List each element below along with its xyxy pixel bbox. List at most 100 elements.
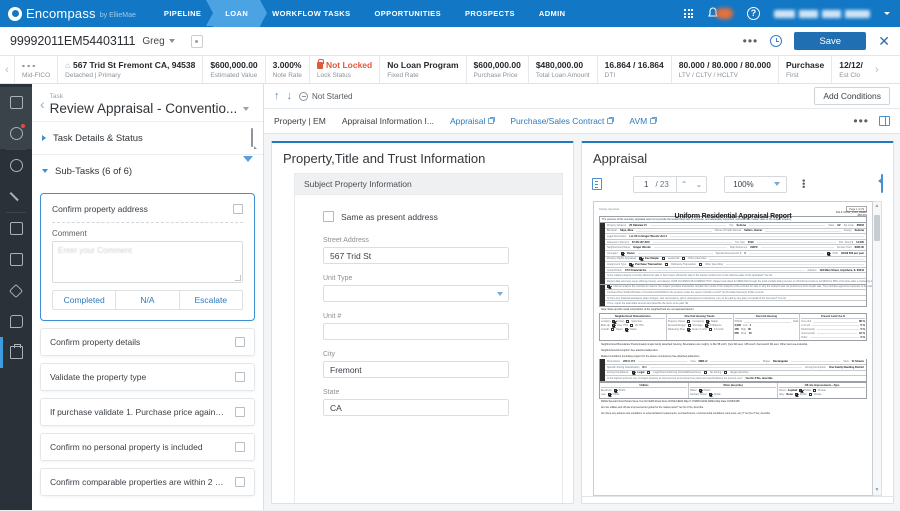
tab-appraisal[interactable]: Appraisal	[450, 116, 496, 126]
resize-handle-icon[interactable]	[235, 275, 241, 281]
tab-avm[interactable]: AVM	[629, 116, 658, 126]
sub-task-header[interactable]: Confirm no personal property is included	[41, 434, 254, 460]
completed-button[interactable]: Completed	[53, 291, 115, 309]
rail-item-services[interactable]	[0, 275, 32, 306]
more-vertical-icon[interactable]: •••	[799, 179, 809, 188]
add-conditions-button[interactable]: Add Conditions	[814, 87, 890, 105]
sub-task-checkbox[interactable]	[235, 372, 245, 382]
sub-task-checkbox[interactable]	[235, 407, 245, 417]
rail-item-documents[interactable]	[0, 244, 32, 275]
doc-value: One Family Dwelling District	[828, 365, 864, 369]
strip-scroll-right-icon[interactable]: ›	[870, 56, 884, 83]
scroll-down-icon[interactable]: ▼	[875, 488, 880, 493]
rail-item-alerts[interactable]	[0, 118, 32, 149]
sub-task-header[interactable]: If purchase validate 1. Purchase price a…	[41, 399, 254, 425]
scroll-up-icon[interactable]: ▲	[875, 204, 880, 209]
tab-appraisal-information[interactable]: Appraisal Information I...	[342, 116, 434, 126]
help-circle-icon[interactable]: ?	[747, 7, 760, 20]
task-title[interactable]: Review Appraisal - Conventio...	[50, 101, 253, 116]
sub-task-checkbox[interactable]	[235, 477, 245, 487]
sub-task-item[interactable]: Validate the property type	[40, 363, 255, 391]
nav-tab-workflow-tasks[interactable]: WORKFLOW TASKS	[260, 0, 362, 27]
arrow-down-icon[interactable]: ↓	[287, 90, 293, 102]
sub-task-header[interactable]: Confirm property details	[41, 329, 254, 355]
page-navigator[interactable]: 1 / 23 ⌃ ⌄	[633, 175, 708, 193]
borrower-contact-icon[interactable]	[190, 34, 203, 48]
nav-tab-loan[interactable]: LOAN	[206, 0, 267, 27]
borrower-name[interactable]: Greg	[142, 36, 164, 47]
sub-task-item-expanded[interactable]: Confirm property address Comment Enter y…	[40, 193, 255, 321]
save-button[interactable]: Save	[794, 32, 867, 50]
doc-key: Neighborhood Name	[607, 246, 631, 250]
sub-task-item[interactable]: If purchase validate 1. Purchase price a…	[40, 398, 255, 426]
tab-property-em[interactable]: Property | EM	[274, 116, 326, 126]
sub-tasks-row[interactable]: Sub-Tasks (6 of 6)	[32, 154, 263, 187]
sub-task-header[interactable]: Validate the property type	[41, 364, 254, 390]
more-horizontal-icon[interactable]: •••	[743, 35, 759, 47]
page-thumbnails-icon[interactable]	[592, 178, 602, 190]
chevron-down-icon[interactable]	[168, 39, 175, 43]
unit-number-input[interactable]	[323, 323, 509, 340]
notifications-bell-icon[interactable]	[707, 7, 733, 20]
sub-task-item[interactable]: Confirm property details	[40, 328, 255, 356]
chevron-down-icon[interactable]: ⌄	[692, 180, 707, 189]
user-account-name[interactable]	[774, 9, 870, 18]
comment-input[interactable]: Enter your Comment	[52, 241, 243, 283]
task-title-block: Task Review Appraisal - Conventio...	[50, 92, 253, 116]
filter-funnel-icon[interactable]	[243, 156, 253, 180]
sub-task-checkbox[interactable]	[233, 204, 243, 214]
split-view-icon[interactable]	[879, 116, 890, 126]
sub-task-item[interactable]: Confirm comparable properties are within…	[40, 468, 255, 496]
task-details-status-row[interactable]: Task Details & Status	[32, 121, 263, 154]
doc-value: Sellers, Homer	[744, 229, 763, 233]
na-button[interactable]: N/A	[115, 291, 178, 309]
state-input[interactable]: CA	[323, 399, 509, 416]
strip-scroll-left-icon[interactable]: ‹	[0, 56, 14, 83]
appraisal-document-page[interactable]: Display Appraisal Page 1 of 23 Uniform R…	[593, 201, 873, 496]
external-link-icon	[650, 117, 658, 124]
apps-grid-icon[interactable]	[684, 9, 693, 18]
comment-bubble-icon[interactable]	[251, 128, 253, 147]
nav-tab-prospects[interactable]: PROSPECTS	[453, 0, 527, 27]
escalate-button[interactable]: Escalate	[178, 291, 242, 309]
scrollbar-thumb[interactable]	[874, 215, 880, 241]
chevron-down-icon[interactable]	[884, 12, 890, 15]
sub-task-checkbox[interactable]	[235, 442, 245, 452]
same-as-present-address-checkbox[interactable]	[323, 211, 334, 222]
sub-task-header[interactable]: Confirm comparable properties are within…	[41, 469, 254, 495]
close-icon[interactable]: ✕	[878, 34, 890, 48]
nav-tab-pipeline[interactable]: PIPELINE	[152, 0, 213, 27]
cell-opt: Pred.	[740, 331, 747, 335]
sub-task-item[interactable]: Confirm no personal property is included	[40, 433, 255, 461]
rail-item-dashboard[interactable]	[0, 87, 32, 118]
city-input[interactable]: Fremont	[323, 361, 509, 378]
subject-property-fields: Same as present address Street Address 5…	[295, 195, 562, 416]
summary-label: Purchase Price	[473, 72, 518, 79]
unit-type-select[interactable]	[323, 285, 509, 302]
rail-item-conversations[interactable]	[0, 306, 32, 337]
more-horizontal-icon[interactable]: •••	[853, 115, 869, 127]
rail-item-edit[interactable]	[0, 181, 32, 212]
rail-item-forms[interactable]	[0, 213, 32, 244]
pdf-vertical-scrollbar[interactable]: ▲ ▼	[873, 201, 882, 496]
clock-history-icon[interactable]	[770, 35, 783, 47]
rail-item-workflow-tasks[interactable]	[0, 337, 32, 368]
nav-tab-opportunities[interactable]: OPPORTUNITIES	[363, 0, 453, 27]
arrow-up-icon[interactable]: ↑	[274, 90, 280, 102]
page-current-input[interactable]: 1	[634, 180, 655, 189]
tab-purchase-sales-contract[interactable]: Purchase/Sales Contract	[510, 116, 615, 126]
zoom-select[interactable]: 100%	[724, 175, 787, 193]
sub-task-header[interactable]: Confirm property address	[43, 196, 252, 222]
doc-key: Leasehold	[667, 257, 680, 261]
sub-task-checkbox[interactable]	[235, 337, 245, 347]
same-as-present-address-row[interactable]: Same as present address	[323, 211, 562, 222]
chevron-down-icon[interactable]	[243, 106, 250, 111]
rail-item-loan-info[interactable]	[0, 150, 32, 181]
content-panes: Property,Title and Trust Information Sub…	[264, 134, 900, 510]
nav-tab-admin[interactable]: ADMIN	[527, 0, 578, 27]
add-comment-icon[interactable]	[881, 174, 883, 193]
street-address-input[interactable]: 567 Trid St	[323, 247, 509, 264]
chevron-up-icon[interactable]: ⌃	[677, 180, 692, 189]
brand-logo[interactable]: Encompass by EllieMae	[8, 6, 136, 21]
back-chevron-icon[interactable]: ‹	[38, 92, 50, 116]
